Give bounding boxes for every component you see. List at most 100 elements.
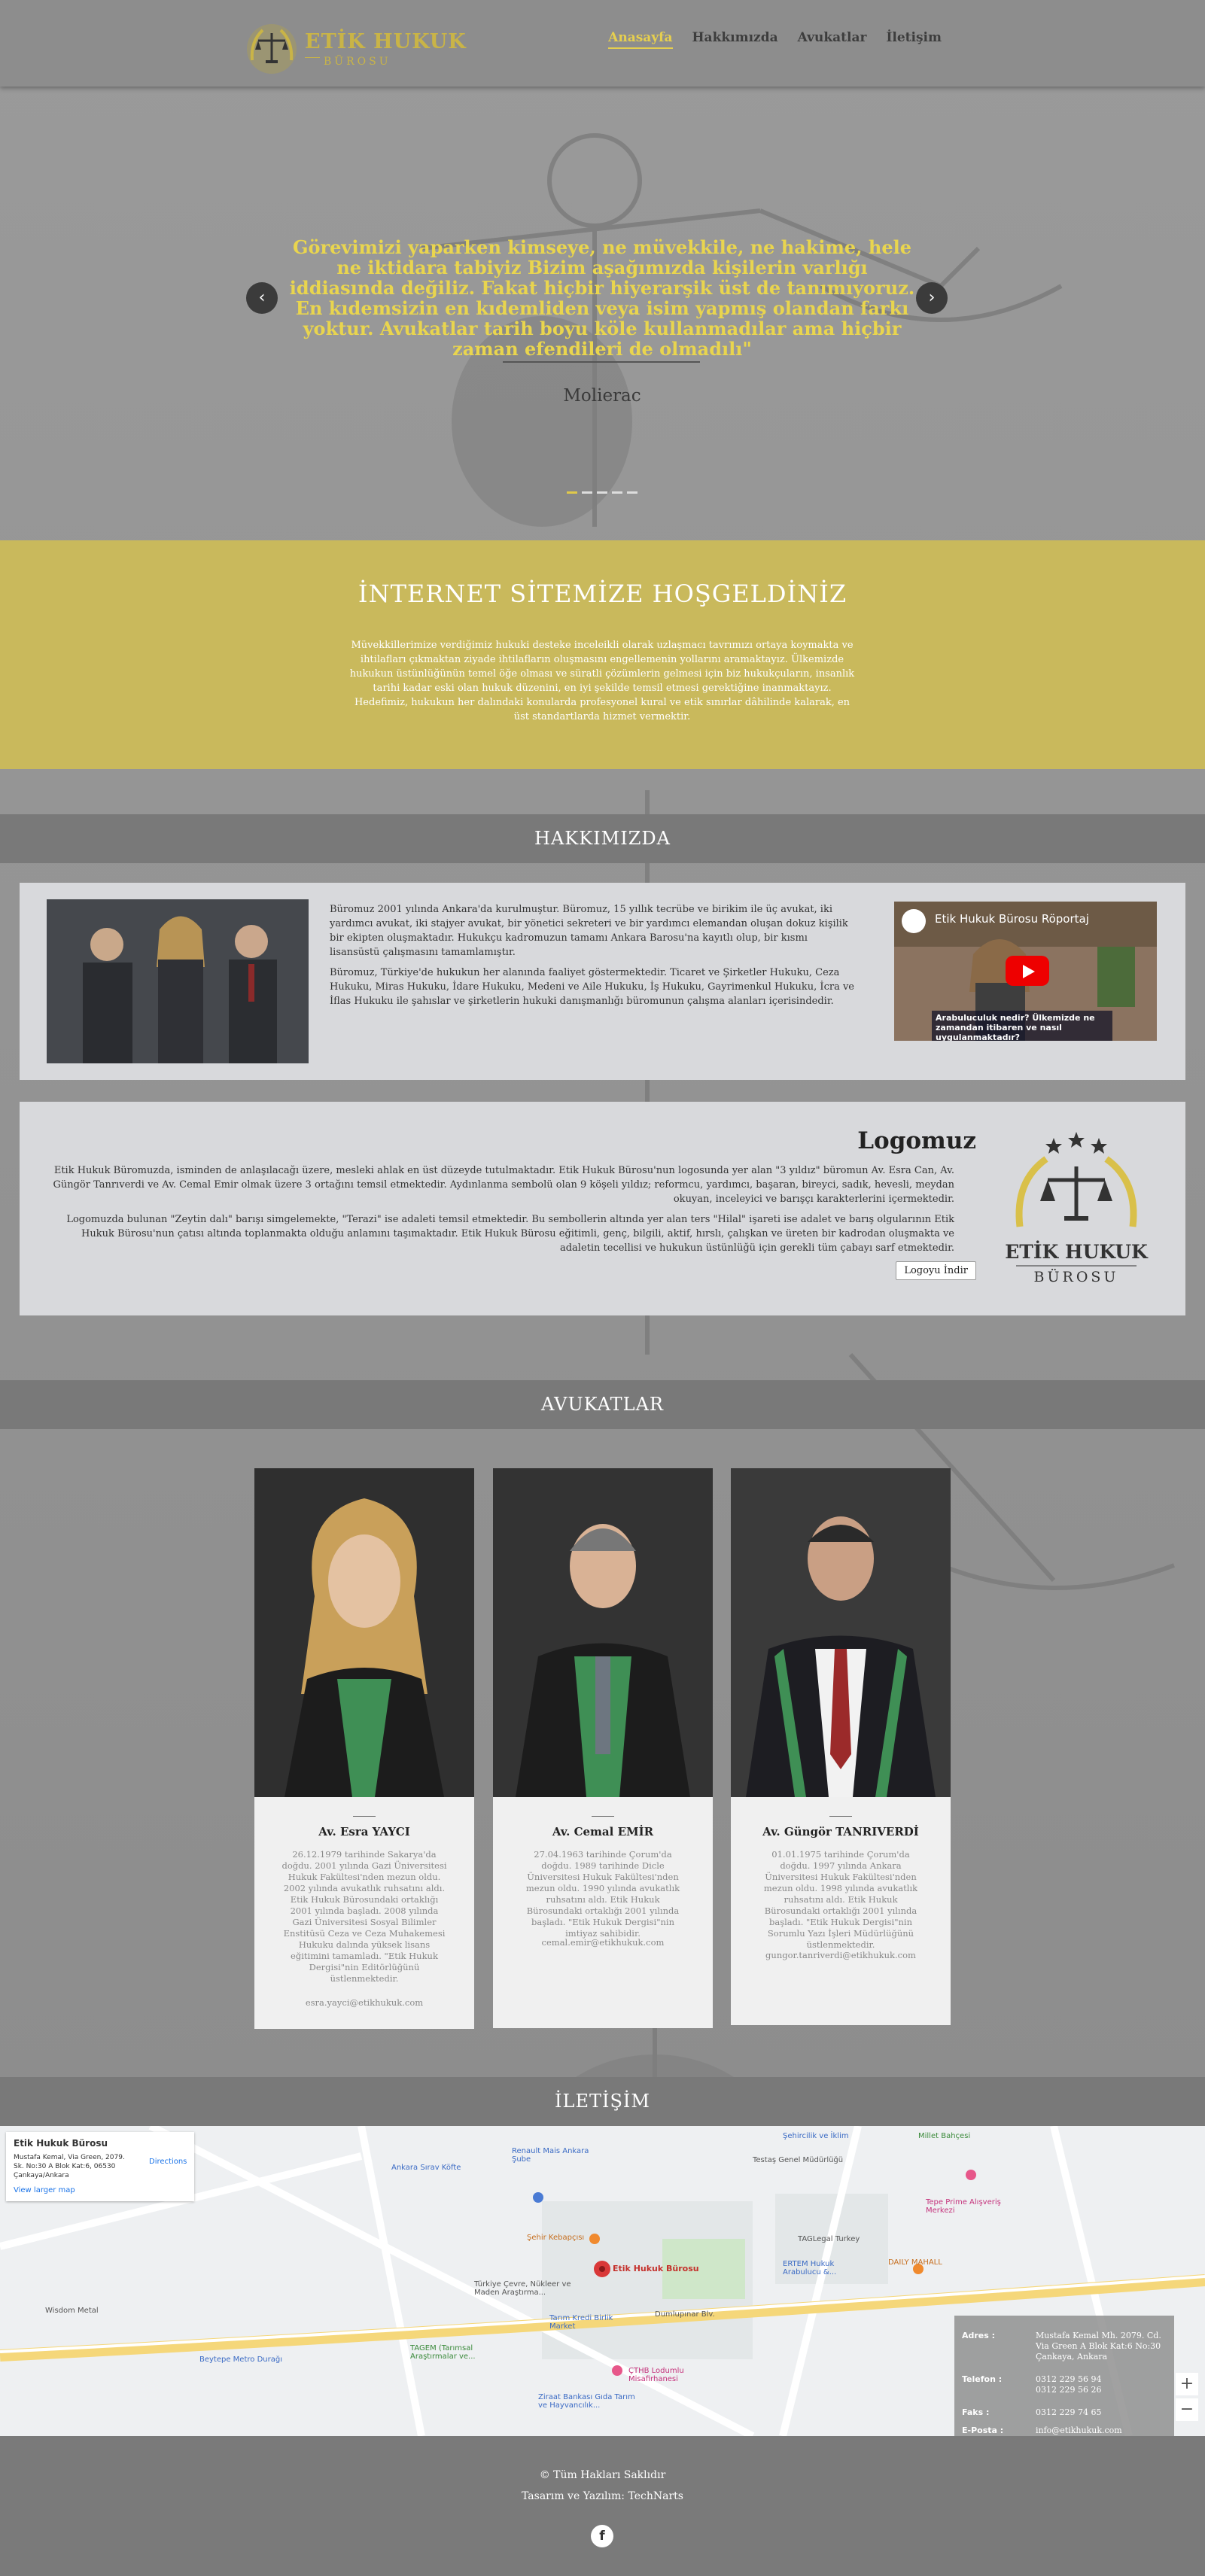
lawyer-card: Av. Cemal EMİR 27.04.1963 tarihinde Çoru… <box>493 1468 713 2028</box>
email-value[interactable]: info@etikhukuk.com <box>1036 2425 1122 2436</box>
lawyer-photo <box>493 1468 713 1797</box>
map-label: Wisdom Metal <box>45 2307 99 2315</box>
map-label: Renault Mais Ankara Şube <box>512 2147 589 2164</box>
lawyers-heading: AVUKATLAR <box>0 1380 1205 1429</box>
navbar: ETİK HUKUK BÜROSU Anasayfa Hakkımızda Av… <box>0 0 1205 87</box>
map-label: DAILY MAHALL <box>888 2258 942 2267</box>
logo-divider <box>305 57 320 58</box>
team-photo-illustration <box>47 899 309 1063</box>
map-label: ÇTHB Lodumlu Misafirhanesi <box>628 2367 684 2383</box>
map-label: Beytepe Metro Durağı <box>199 2356 282 2364</box>
about-card: Büromuz 2001 yılında Ankara'da kurulmuşt… <box>20 883 1185 1080</box>
map-label: Türkiye Çevre, Nükleer ve Maden Araştırm… <box>474 2280 571 2297</box>
slider-dot[interactable] <box>612 491 622 494</box>
map-zoom-in-button[interactable]: + <box>1176 2373 1198 2395</box>
video-caption: Arabuluculuk nedir? Ülkemizde ne zamanda… <box>932 1011 1112 1041</box>
contact-heading: İLETİŞİM <box>0 2077 1205 2126</box>
team-photo <box>47 899 309 1063</box>
slider-dots <box>567 491 637 494</box>
large-logo-title: ETİK HUKUK <box>1005 1241 1149 1263</box>
copyright-text: © Tüm Hakları Saklıdır <box>539 2469 666 2481</box>
name-divider <box>829 1816 852 1817</box>
lawyer-bio: 27.04.1963 tarihinde Çorum'da doğdu. 198… <box>525 1849 680 1939</box>
logo-text: Etik Hukuk Büromuzda, isminden de anlaşı… <box>42 1163 954 1255</box>
welcome-section: İNTERNET SİTEMİZE HOŞGELDİNİZ Müvekkille… <box>0 540 1205 769</box>
slider-dot[interactable] <box>597 491 607 494</box>
lawyer-email[interactable]: cemal.emir@etikhukuk.com <box>493 1937 713 1948</box>
lawyer-card: Av. Güngör TANRIVERDİ 01.01.1975 tarihin… <box>731 1468 951 2025</box>
map-label: Millet Bahçesi <box>918 2132 971 2140</box>
welcome-title: İNTERNET SİTEMİZE HOŞGELDİNİZ <box>358 579 847 608</box>
quote-divider <box>503 361 700 363</box>
logo-card: Logomuz Etik Hukuk Büromuzda, isminden d… <box>20 1102 1185 1315</box>
logo-title: ETİK HUKUK <box>305 30 467 53</box>
map-place-address: Mustafa Kemal, Via Green, 2079. Sk. No:3… <box>14 2154 125 2179</box>
main-nav: Anasayfa Hakkımızda Avukatlar İletişim <box>608 30 942 49</box>
map-zoom-out-button[interactable]: − <box>1176 2398 1198 2421</box>
map-label: ERTEM Hukuk Arabulucu &... <box>783 2260 837 2276</box>
nav-iletisim[interactable]: İletişim <box>886 30 942 49</box>
slider-dot[interactable] <box>582 491 592 494</box>
contact-info-box: Adres : Mustafa Kemal Mh. 2079. Cd. Via … <box>954 2316 1174 2436</box>
lawyer-photo-illustration <box>493 1468 713 1797</box>
lawyer-bio: 01.01.1975 tarihinde Çorum'da doğdu. 199… <box>763 1849 918 1950</box>
fax-value: 0312 229 74 65 <box>1036 2407 1102 2417</box>
phone-label: Telefon : <box>962 2374 1003 2384</box>
map-label: TAGEM (Tarımsal Araştırmalar ve... <box>410 2344 476 2361</box>
nav-anasayfa[interactable]: Anasayfa <box>608 30 673 49</box>
map-label: Şehircilik ve İklim <box>783 2132 849 2140</box>
lawyer-name: Av. Cemal EMİR <box>552 1825 654 1838</box>
nav-avukatlar[interactable]: Avukatlar <box>798 30 867 49</box>
lawyer-photo-illustration <box>254 1468 474 1797</box>
google-map[interactable]: Etik Hukuk Bürosu Şehir Kebapçısı Renaul… <box>0 2126 1205 2436</box>
map-place-card: Etik Hukuk Bürosu Mustafa Kemal, Via Gre… <box>6 2132 194 2201</box>
map-place-name: Etik Hukuk Bürosu <box>14 2138 108 2149</box>
quote-author: Molierac <box>563 386 641 406</box>
map-pin-label: Etik Hukuk Bürosu <box>613 2264 699 2273</box>
about-paragraph-2: Büromuz, Türkiye'de hukukun her alanında… <box>330 967 854 1007</box>
large-logo: ETİK HUKUK BÜROSU <box>994 1129 1159 1291</box>
lawyer-email[interactable]: gungor.tanriverdi@etikhukuk.com <box>731 1950 951 1960</box>
video-title: Etik Hukuk Bürosu Röportaj <box>935 912 1089 926</box>
lawyer-photo <box>731 1468 951 1797</box>
hero-slider: Görevimizi yaparken kimseye, ne müvekkil… <box>0 87 1205 540</box>
download-logo-button[interactable]: Logoyu İndir <box>896 1261 976 1280</box>
map-label: Ankara Sırav Köfte <box>391 2164 461 2172</box>
map-label: Dumlupınar Blv. <box>655 2310 715 2319</box>
hero-quote: Görevimizi yaparken kimseye, ne müvekkil… <box>289 236 915 360</box>
map-label: TAGLegal Turkey <box>798 2235 860 2243</box>
name-divider <box>353 1816 376 1817</box>
slider-dot[interactable] <box>567 491 577 494</box>
youtube-video-embed[interactable]: Etik Hukuk Bürosu Röportaj Arabuluculuk … <box>894 902 1157 1041</box>
welcome-text-2: Hedefimiz, hukukun her dalındaki konular… <box>354 697 850 722</box>
youtube-play-icon[interactable] <box>1006 956 1049 986</box>
footer: © Tüm Hakları Saklıdır Tasarım ve Yazılı… <box>0 2436 1205 2576</box>
map-label: Şehir Kebapçısı <box>527 2234 585 2242</box>
design-credit[interactable]: Tasarım ve Yazılım: TechNarts <box>0 2490 1205 2502</box>
welcome-text-1: Müvekkillerimize verdiğimiz hukuki deste… <box>349 640 855 694</box>
slider-next-button[interactable]: › <box>916 282 948 314</box>
facebook-icon[interactable]: f <box>591 2525 613 2547</box>
map-larger-link[interactable]: View larger map <box>14 2186 75 2194</box>
large-logo-subtitle: BÜROSU <box>1034 1268 1119 1285</box>
lawyer-name: Av. Güngör TANRIVERDİ <box>762 1825 919 1838</box>
about-heading: HAKKIMIZDA <box>0 814 1205 863</box>
lawyer-email[interactable]: esra.yayci@etikhukuk.com <box>254 1997 474 2008</box>
phone-value[interactable]: 0312 229 56 94 0312 229 56 26 <box>1036 2374 1101 2395</box>
lawyer-name: Av. Esra YAYCI <box>318 1825 410 1838</box>
slider-prev-button[interactable]: ‹ <box>246 282 278 314</box>
nav-hakkimizda[interactable]: Hakkımızda <box>692 30 778 49</box>
map-label: Ziraat Bankası Gıda Tarım ve Hayvancılık… <box>538 2393 635 2410</box>
address-value: Mustafa Kemal Mh. 2079. Cd. Via Green A … <box>1036 2331 1161 2362</box>
channel-avatar <box>902 909 926 933</box>
site-logo[interactable]: ETİK HUKUK BÜROSU <box>245 23 466 75</box>
map-directions-link[interactable]: Directions <box>149 2158 187 2166</box>
lawyer-bio: 26.12.1979 tarihinde Sakarya'da doğdu. 2… <box>281 1849 447 1984</box>
about-paragraph-1: Büromuz 2001 yılında Ankara'da kurulmuşt… <box>330 904 848 958</box>
slider-dot[interactable] <box>627 491 637 494</box>
map-label: Testaş Genel Müdürlüğü <box>753 2156 844 2164</box>
about-text: Büromuz 2001 yılında Ankara'da kurulmuşt… <box>330 902 857 1008</box>
lawyer-photo <box>254 1468 474 1797</box>
scales-laurel-logo-icon <box>247 24 297 74</box>
logo-subtitle: BÜROSU <box>324 56 391 68</box>
